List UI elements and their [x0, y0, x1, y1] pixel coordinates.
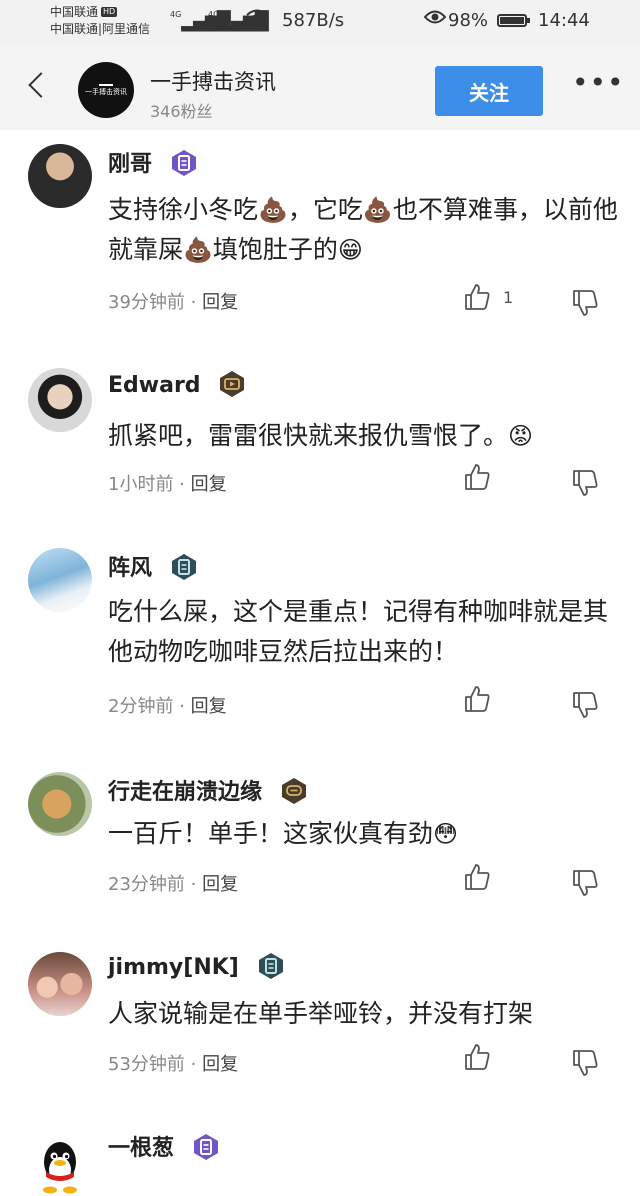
- avatar[interactable]: [28, 952, 92, 1016]
- comment-meta: 1小时前 · 回复: [108, 474, 227, 495]
- reply-button[interactable]: 回复: [202, 874, 238, 895]
- avatar[interactable]: [28, 1132, 92, 1196]
- comment-time: 23分钟前: [108, 874, 185, 895]
- username[interactable]: jimmy[NK]: [108, 955, 239, 980]
- username[interactable]: 刚哥: [108, 152, 152, 177]
- comment-text: 抓紧吧，雷雷很快就来报仇雪恨了。😡: [108, 416, 620, 456]
- avatar[interactable]: [28, 548, 92, 612]
- username[interactable]: 一根葱: [108, 1136, 174, 1161]
- thumbs-up-icon[interactable]: [462, 462, 492, 492]
- angry-emoji-icon: 😡: [508, 422, 534, 450]
- thumbs-down-icon[interactable]: [570, 468, 600, 498]
- wifi-icon: [246, 8, 268, 33]
- reply-button[interactable]: 回复: [202, 292, 238, 313]
- channel-name[interactable]: 一手搏击资讯: [150, 66, 276, 96]
- comment-meta: 53分钟前 · 回复: [108, 1054, 239, 1075]
- reply-button[interactable]: 回复: [191, 696, 227, 717]
- thumbs-down-icon[interactable]: [570, 288, 600, 318]
- thumbs-down-icon[interactable]: [570, 1048, 600, 1078]
- carrier-info: 中国联通 HD 中国联通|阿里通信: [50, 4, 150, 38]
- channel-header: 一手搏击资讯 一手搏击资讯 346粉丝 关注 •••: [0, 46, 640, 130]
- comment-time: 53分钟前: [108, 1054, 185, 1075]
- network-speed: 587B/s: [282, 10, 345, 31]
- eye-comfort-icon: [423, 9, 447, 30]
- back-button[interactable]: [26, 68, 50, 108]
- logo-text: 一手搏击资讯: [85, 87, 127, 96]
- document-badge-icon: [192, 1133, 220, 1161]
- avatar[interactable]: [28, 368, 92, 432]
- document-badge-icon: [170, 553, 198, 581]
- comment-text: 支持徐小冬吃💩，它吃💩也不算难事，以前他就靠屎💩填饱肚子的😁: [108, 190, 620, 270]
- document-badge-icon: [257, 952, 285, 980]
- fan-count: 346粉丝: [150, 102, 213, 121]
- thumbs-up-icon[interactable]: [462, 684, 492, 714]
- comment-time: 2分钟前: [108, 696, 174, 717]
- username[interactable]: 行走在崩溃边缘: [108, 780, 262, 805]
- carrier-1: 中国联通: [50, 5, 99, 19]
- poop-emoji-icon: 💩: [362, 196, 393, 224]
- username[interactable]: Edward: [108, 373, 201, 398]
- thumbs-up-icon[interactable]: [462, 1042, 492, 1072]
- video-badge-icon: [218, 370, 246, 398]
- battery-level: [500, 17, 524, 24]
- comment-meta: 39分钟前 · 回复: [108, 292, 239, 313]
- thumbs-down-icon[interactable]: [570, 690, 600, 720]
- username[interactable]: 阵风: [108, 556, 152, 581]
- chat-badge-icon: [280, 777, 308, 805]
- comment-time: 39分钟前: [108, 292, 185, 313]
- comment-time: 1小时前: [108, 474, 174, 495]
- thumbs-up-icon[interactable]: [462, 282, 492, 312]
- grin-emoji-icon: 😁: [337, 236, 363, 264]
- more-options-icon[interactable]: •••: [572, 69, 624, 104]
- reply-button[interactable]: 回复: [191, 474, 227, 495]
- avatar[interactable]: [28, 144, 92, 208]
- flushed-emoji-icon: 😳: [433, 820, 459, 848]
- comment-text: 吃什么屎，这个是重点！记得有种咖啡就是其他动物吃咖啡豆然后拉出来的！: [108, 597, 609, 666]
- comment-meta: 2分钟前 · 回复: [108, 696, 227, 717]
- comment-text: 人家说输是在单手举哑铃，并没有打架: [108, 999, 534, 1028]
- thumbs-down-icon[interactable]: [570, 868, 600, 898]
- status-bar: 中国联通 HD 中国联通|阿里通信 4G▂▄▆█ 4G▂▄▆█ 587B/s 98…: [0, 0, 640, 46]
- penguin-avatar-icon: [43, 1142, 77, 1194]
- like-count: 1: [503, 288, 514, 307]
- clock: 14:44: [538, 10, 590, 31]
- comment-text: 一百斤！单手！这家伙真有劲😳: [108, 814, 620, 854]
- channel-logo[interactable]: 一手搏击资讯: [78, 62, 134, 118]
- reply-button[interactable]: 回复: [202, 1054, 238, 1075]
- avatar[interactable]: [28, 772, 92, 836]
- comment-meta: 23分钟前 · 回复: [108, 874, 239, 895]
- thumbs-up-icon[interactable]: [462, 862, 492, 892]
- carrier-2: 中国联通|阿里通信: [50, 22, 151, 36]
- follow-button[interactable]: 关注: [435, 66, 543, 116]
- poop-emoji-icon: 💩: [183, 236, 213, 264]
- document-badge-icon: [170, 149, 198, 177]
- poop-emoji-icon: 💩: [258, 196, 288, 224]
- battery-icon: [497, 14, 530, 27]
- battery-percent: 98%: [448, 10, 489, 31]
- hd-badge: HD: [101, 7, 118, 17]
